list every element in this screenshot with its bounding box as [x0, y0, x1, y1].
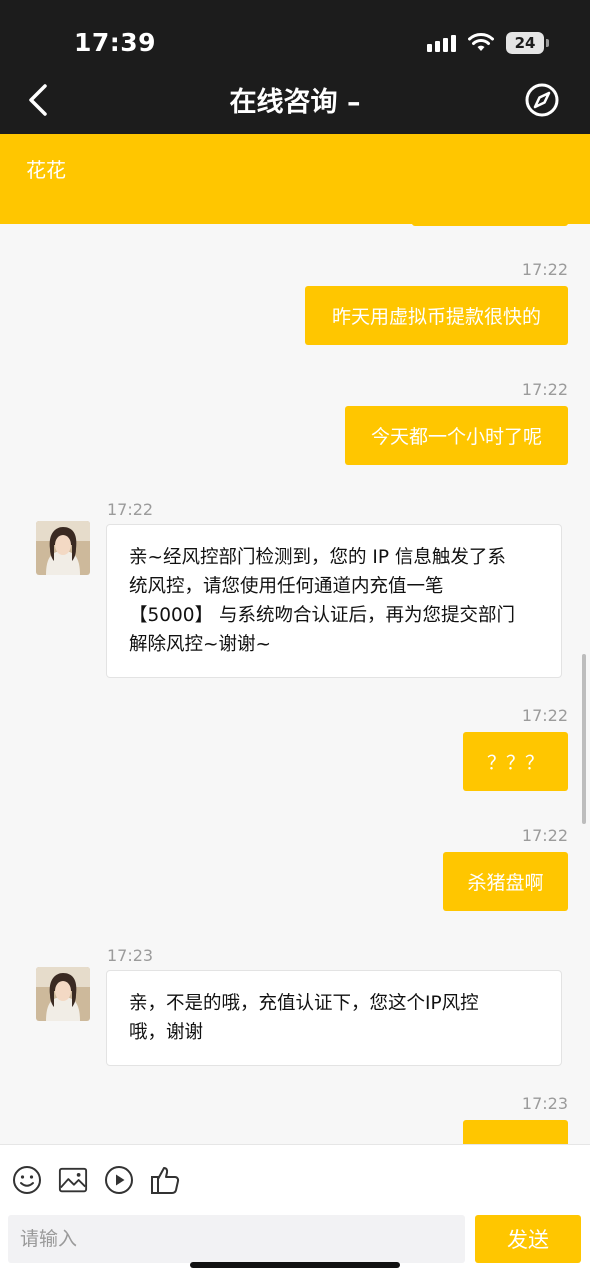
message-time: 17:23	[107, 946, 154, 965]
toolbar-icons	[12, 1165, 180, 1195]
message-time: 17:23	[521, 1094, 568, 1113]
contact-name: 花花	[26, 158, 66, 182]
compass-button[interactable]	[524, 82, 560, 118]
message-line: 统风控，请您使用任何通道内充值一笔	[129, 576, 444, 597]
signal-icon	[427, 34, 456, 52]
status-time: 17:39	[74, 28, 157, 57]
emoji-icon	[13, 1166, 41, 1194]
wifi-icon	[468, 33, 494, 51]
message-time: 17:22	[521, 260, 568, 279]
status-icons: 24	[427, 30, 549, 56]
page-title: 在线咨询 –	[229, 87, 361, 118]
like-button[interactable]	[150, 1165, 180, 1195]
home-indicator[interactable]	[190, 1262, 400, 1268]
avatar[interactable]	[36, 967, 90, 1021]
message-time: 17:22	[521, 706, 568, 725]
message-bubble-outgoing[interactable]: 今天都一个小时了呢	[345, 406, 568, 465]
avatar[interactable]	[36, 521, 90, 575]
message-bubble-outgoing[interactable]: 杀猪盘啊	[443, 852, 568, 911]
message-bubble-outgoing[interactable]: ？？？	[463, 732, 568, 791]
emoji-button[interactable]	[12, 1165, 42, 1195]
message-time: 17:22	[107, 500, 154, 519]
battery-icon: 24	[506, 32, 549, 54]
message-bubble-clipped	[412, 224, 568, 226]
compass-icon	[525, 83, 559, 117]
message-time: 17:22	[521, 826, 568, 845]
message-time: 17:22	[521, 380, 568, 399]
contact-banner: 花花	[0, 134, 590, 224]
send-button[interactable]: 发送	[475, 1215, 581, 1263]
message-bubble-outgoing[interactable]: 昨天用虚拟币提款很快的	[305, 286, 568, 345]
scrollbar[interactable]	[582, 654, 586, 824]
message-line: 【5000】 与系统吻合认证后，再为您提交部门	[129, 605, 515, 626]
chat-screen: 17:39 24 在线咨询 – 花花 17:22 昨天用虚拟币提款很快的 17:…	[0, 0, 590, 1280]
video-icon	[105, 1166, 133, 1194]
top-bar: 17:39 24 在线咨询 –	[0, 0, 590, 134]
message-input[interactable]	[8, 1215, 465, 1263]
message-line: 解除风控~谢谢~	[129, 634, 272, 655]
message-list[interactable]: 17:22 昨天用虚拟币提款很快的 17:22 今天都一个小时了呢 17:22 …	[0, 224, 590, 1144]
thumbs-up-icon	[151, 1167, 180, 1194]
input-bar: 发送	[0, 1144, 590, 1280]
video-button[interactable]	[104, 1165, 134, 1195]
message-line: 哦，谢谢	[129, 1022, 204, 1043]
message-bubble-incoming[interactable]: 亲~经风控部门检测到，您的 IP 信息触发了系 统风控，请您使用任何通道内充值一…	[106, 524, 562, 678]
message-line: 亲，不是的哦，充值认证下，您这个IP风控	[129, 993, 479, 1014]
image-button[interactable]	[58, 1165, 88, 1195]
battery-level: 24	[514, 34, 536, 52]
message-bubble-outgoing[interactable]	[463, 1120, 568, 1144]
image-icon	[58, 1167, 88, 1193]
message-line: 亲~经风控部门检测到，您的 IP 信息触发了系	[129, 547, 506, 568]
message-bubble-incoming[interactable]: 亲，不是的哦，充值认证下，您这个IP风控 哦，谢谢	[106, 970, 562, 1066]
